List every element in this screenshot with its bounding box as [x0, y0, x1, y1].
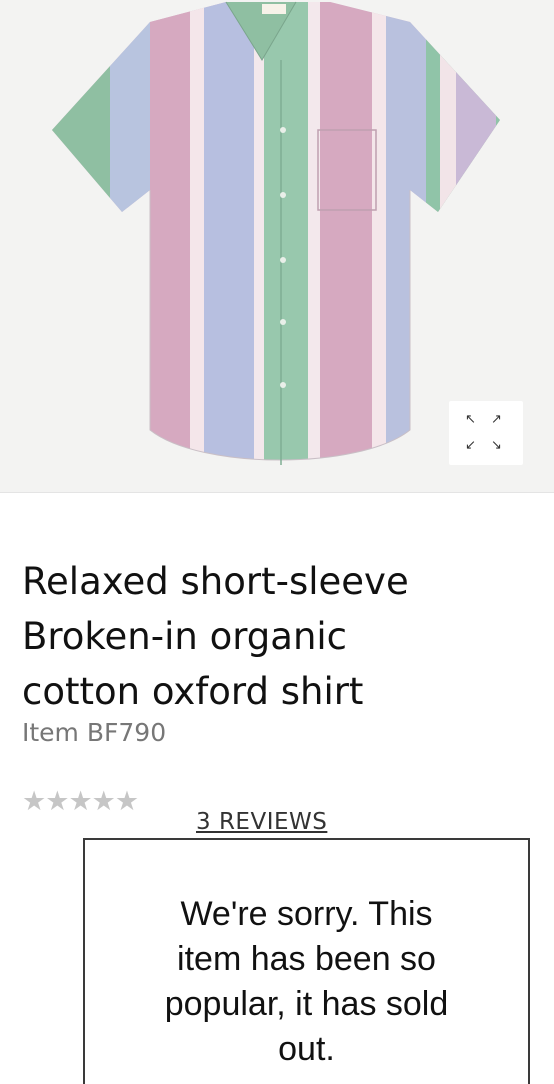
arrow-se-icon: ↘ — [491, 438, 502, 453]
expand-image-button[interactable]: ↖ ↗ ↙ ↘ — [449, 401, 523, 465]
star-icon: ★ — [45, 786, 69, 817]
divider — [0, 492, 554, 493]
sold-out-message-line: popular, it has sold — [164, 985, 449, 1023]
product-title-line: Broken-in organic — [22, 615, 348, 658]
arrow-nw-icon: ↖ — [465, 412, 476, 427]
sold-out-message-line: We're sorry. This — [180, 895, 433, 933]
arrow-sw-icon: ↙ — [465, 438, 476, 453]
rating-stars: ★★★★★ — [22, 786, 139, 817]
star-icon: ★ — [22, 786, 46, 817]
sold-out-notice: We're sorry. This item has been so popul… — [83, 838, 530, 1084]
arrow-ne-icon: ↗ — [491, 412, 502, 427]
product-page: ↖ ↗ ↙ ↘ Relaxed short-sleeve Broken-in o… — [0, 0, 554, 1084]
sold-out-message-line: out. — [278, 1030, 335, 1068]
sold-out-message: We're sorry. This item has been so popul… — [85, 892, 528, 1072]
product-image[interactable]: ↖ ↗ ↙ ↘ — [0, 0, 554, 492]
item-code: Item BF790 — [22, 718, 167, 747]
star-icon: ★ — [114, 786, 139, 817]
product-title: Relaxed short-sleeve Broken-in organic c… — [22, 554, 542, 719]
star-icon: ★ — [68, 786, 92, 817]
reviews-link[interactable]: 3 REVIEWS — [196, 809, 327, 835]
star-icon: ★ — [91, 786, 116, 817]
product-title-line: Relaxed short-sleeve — [22, 560, 409, 603]
product-title-line: cotton oxford shirt — [22, 670, 364, 713]
sold-out-message-line: item has been so — [177, 940, 436, 978]
